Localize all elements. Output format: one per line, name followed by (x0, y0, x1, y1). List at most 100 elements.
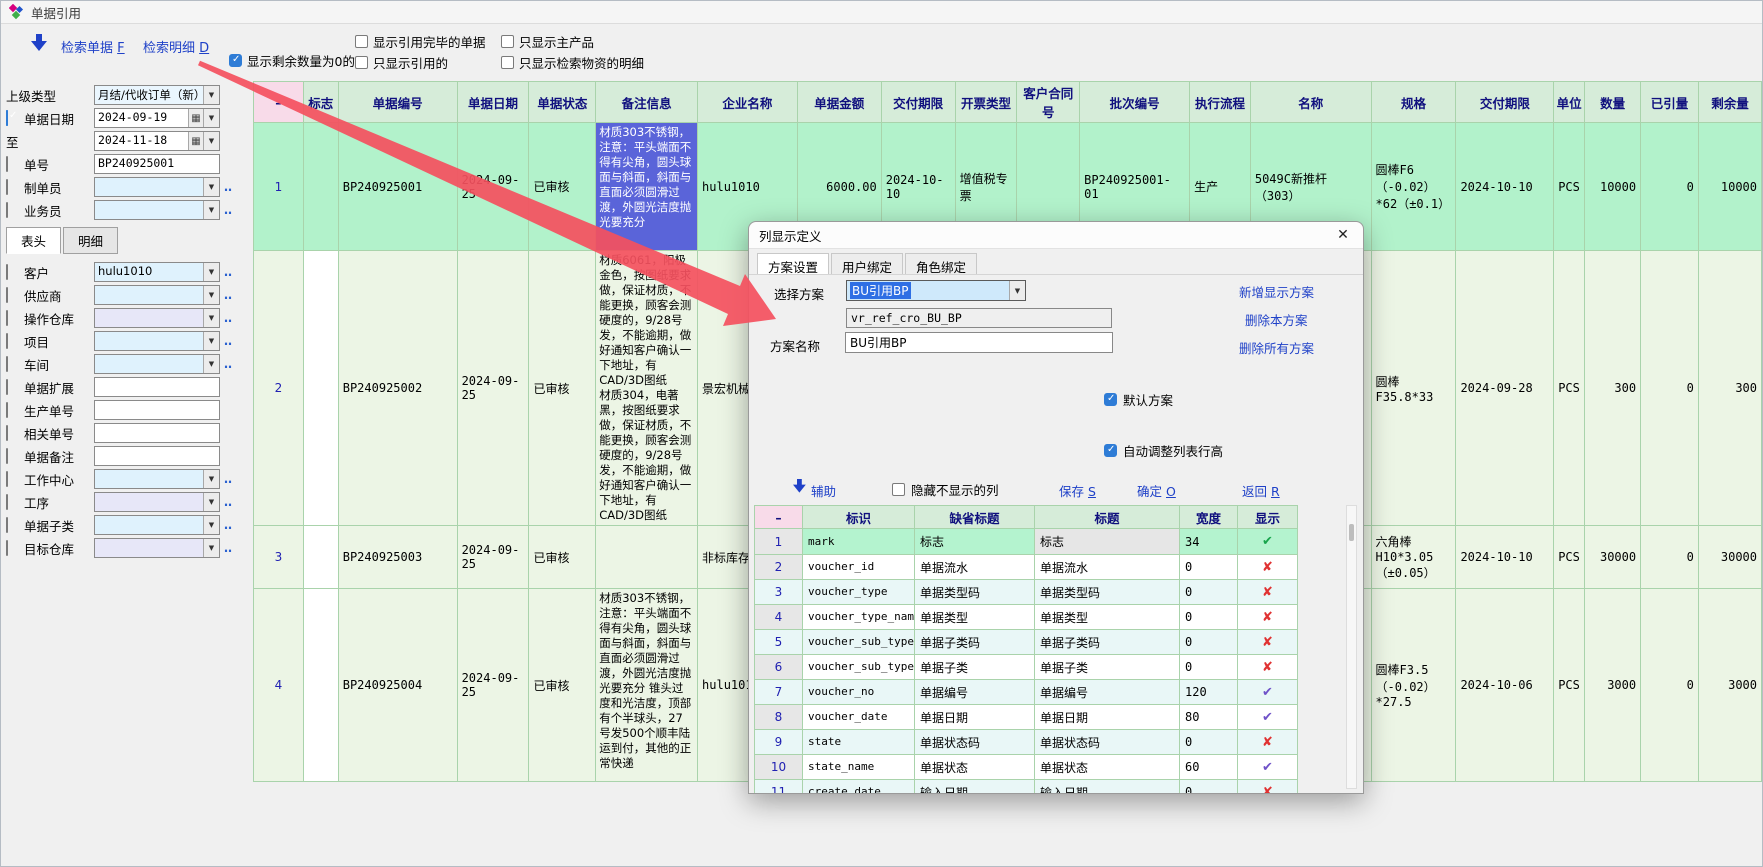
chevron-down-icon[interactable]: ▼ (203, 132, 219, 150)
search-documents-button[interactable]: 检索单据 F (61, 37, 125, 56)
chevron-down-icon[interactable]: ▼ (203, 309, 219, 327)
column-row-number[interactable]: 5 (755, 630, 803, 655)
column-field-id[interactable]: voucher_date (803, 705, 915, 730)
grid-cell-remark[interactable] (596, 526, 698, 589)
grid-header-contract-no[interactable]: 客户合同号 (1017, 82, 1080, 123)
chevron-down-icon[interactable]: ▼ (203, 201, 219, 219)
column-field-id[interactable]: voucher_type (803, 580, 915, 605)
cross-icon[interactable]: ✘ (1262, 585, 1273, 600)
grid-cell-unit[interactable]: PCS (1554, 123, 1585, 251)
columns-table-row[interactable]: 8voucher_date单据日期单据日期80✔ (755, 705, 1298, 730)
ellipsis-button[interactable]: ‥ (224, 472, 233, 486)
column-default-title[interactable]: 单据类型 (915, 605, 1035, 630)
column-default-title[interactable]: 单据类型码 (915, 580, 1035, 605)
grid-cell-delivery-date-2[interactable]: 2024-09-28 (1456, 251, 1554, 526)
grid-cell-spec[interactable]: 圆棒F6（-0.02）*62（±0.1） (1371, 123, 1456, 251)
check-icon[interactable]: ✔ (1262, 710, 1273, 725)
grid-cell-voucher-date[interactable]: 2024-09-25 (457, 123, 529, 251)
chevron-down-icon[interactable]: ▼ (203, 332, 219, 350)
ellipsis-button[interactable]: ‥ (224, 180, 233, 194)
scheme-select[interactable]: BU引用BP ▼ (846, 280, 1026, 301)
delete-all-schemes-link[interactable]: 删除所有方案 (1239, 338, 1314, 357)
checkbox[interactable] (6, 379, 8, 395)
column-default-title[interactable]: 单据状态码 (915, 730, 1035, 755)
column-show-flag[interactable]: ✘ (1238, 655, 1298, 680)
chevron-down-icon[interactable]: ▼ (1009, 281, 1025, 300)
checkbox[interactable] (6, 356, 8, 372)
chevron-down-icon[interactable]: ▼ (203, 109, 219, 127)
text-input[interactable] (94, 400, 220, 420)
cross-icon[interactable]: ✘ (1262, 560, 1273, 575)
aux-down-arrow-icon[interactable] (793, 479, 806, 493)
ellipsis-button[interactable]: ‥ (224, 357, 233, 371)
calendar-icon[interactable]: ▦ (188, 109, 203, 127)
column-default-title[interactable]: 单据状态 (915, 755, 1035, 780)
grid-cell-row-number[interactable]: 3 (254, 526, 304, 589)
columns-header-title[interactable]: 标题 (1035, 506, 1180, 529)
chevron-down-icon[interactable]: ▼ (203, 516, 219, 534)
cross-icon[interactable]: ✘ (1262, 660, 1273, 675)
ok-button[interactable]: 确定 O (1137, 481, 1176, 500)
grid-header-mark[interactable]: 标志 (303, 82, 338, 123)
column-title[interactable]: 单据状态 (1035, 755, 1180, 780)
filter-select[interactable]: hulu1010▼ (94, 262, 220, 282)
grid-cell-mark[interactable] (303, 526, 338, 589)
grid-cell-remaining-qty[interactable]: 10000 (1698, 123, 1761, 251)
column-field-id[interactable]: create_date (803, 780, 915, 794)
column-show-flag[interactable]: ✔ (1238, 755, 1298, 780)
column-width[interactable]: 0 (1180, 655, 1238, 680)
column-row-number[interactable]: 3 (755, 580, 803, 605)
columns-header-default-title[interactable]: 缺省标题 (915, 506, 1035, 529)
search-details-button[interactable]: 检索明细 D (143, 37, 209, 56)
grid-cell-delivery-date-2[interactable]: 2024-10-06 (1456, 589, 1554, 782)
grid-header-voucher-date[interactable]: 单据日期 (457, 82, 529, 123)
column-width[interactable]: 0 (1180, 605, 1238, 630)
filter-select[interactable]: ▼ (94, 492, 220, 512)
chevron-down-icon[interactable]: ▼ (203, 355, 219, 373)
grid-header-state[interactable]: 单据状态 (529, 82, 596, 123)
columns-table-row[interactable]: 6voucher_sub_type_name单据子类单据子类0✘ (755, 655, 1298, 680)
filter-select[interactable]: ▼ (94, 331, 220, 351)
tab-user-binding[interactable]: 用户绑定 (831, 253, 903, 274)
grid-header-batch-no[interactable]: 批次编号 (1080, 82, 1190, 123)
column-default-title[interactable]: 标志 (915, 529, 1035, 555)
column-width[interactable]: 0 (1180, 580, 1238, 605)
column-title[interactable]: 单据子类码 (1035, 630, 1180, 655)
ellipsis-button[interactable]: ‥ (224, 518, 233, 532)
grid-cell-voucher-no[interactable]: BP240925002 (338, 251, 457, 526)
column-row-number[interactable]: 9 (755, 730, 803, 755)
grid-header-remark[interactable]: 备注信息 (596, 82, 698, 123)
grid-header-spec[interactable]: 规格 (1371, 82, 1456, 123)
column-default-title[interactable]: 单据日期 (915, 705, 1035, 730)
text-input[interactable] (94, 446, 220, 466)
aux-button[interactable]: 辅助 (811, 481, 836, 500)
column-default-title[interactable]: 单据子类码 (915, 630, 1035, 655)
add-scheme-link[interactable]: 新增显示方案 (1239, 282, 1314, 301)
columns-table-row[interactable]: 1mark标志标志34✔ (755, 529, 1298, 555)
grid-header-company[interactable]: 企业名称 (698, 82, 798, 123)
grid-header-qty[interactable]: 数量 (1585, 82, 1641, 123)
checkbox[interactable] (6, 402, 8, 418)
column-show-flag[interactable]: ✘ (1238, 630, 1298, 655)
close-icon[interactable]: ✕ (1333, 227, 1353, 243)
ellipsis-button[interactable]: ‥ (224, 495, 233, 509)
grid-cell-remaining-qty[interactable]: 300 (1698, 251, 1761, 526)
grid-cell-qty[interactable]: 10000 (1585, 123, 1641, 251)
grid-cell-mark[interactable] (303, 589, 338, 782)
column-width[interactable]: 34 (1180, 529, 1238, 555)
grid-cell-row-number[interactable]: 4 (254, 589, 304, 782)
grid-cell-state[interactable]: 已审核 (529, 526, 596, 589)
checkbox[interactable] (501, 56, 514, 69)
checkbox[interactable] (6, 156, 8, 172)
ellipsis-button[interactable]: ‥ (224, 334, 233, 348)
column-width[interactable]: 0 (1180, 630, 1238, 655)
columns-header-width[interactable]: 宽度 (1180, 506, 1238, 529)
grid-cell-voucher-date[interactable]: 2024-09-25 (457, 526, 529, 589)
dialog-titlebar[interactable]: 列显示定义 ✕ (749, 222, 1363, 249)
filter-select[interactable]: ▼ (94, 515, 220, 535)
text-input[interactable] (94, 377, 220, 397)
ellipsis-button[interactable]: ‥ (224, 311, 233, 325)
column-row-number[interactable]: 1 (755, 529, 803, 555)
tab-scheme-settings[interactable]: 方案设置 (757, 253, 829, 274)
column-field-id[interactable]: voucher_type_name (803, 605, 915, 630)
